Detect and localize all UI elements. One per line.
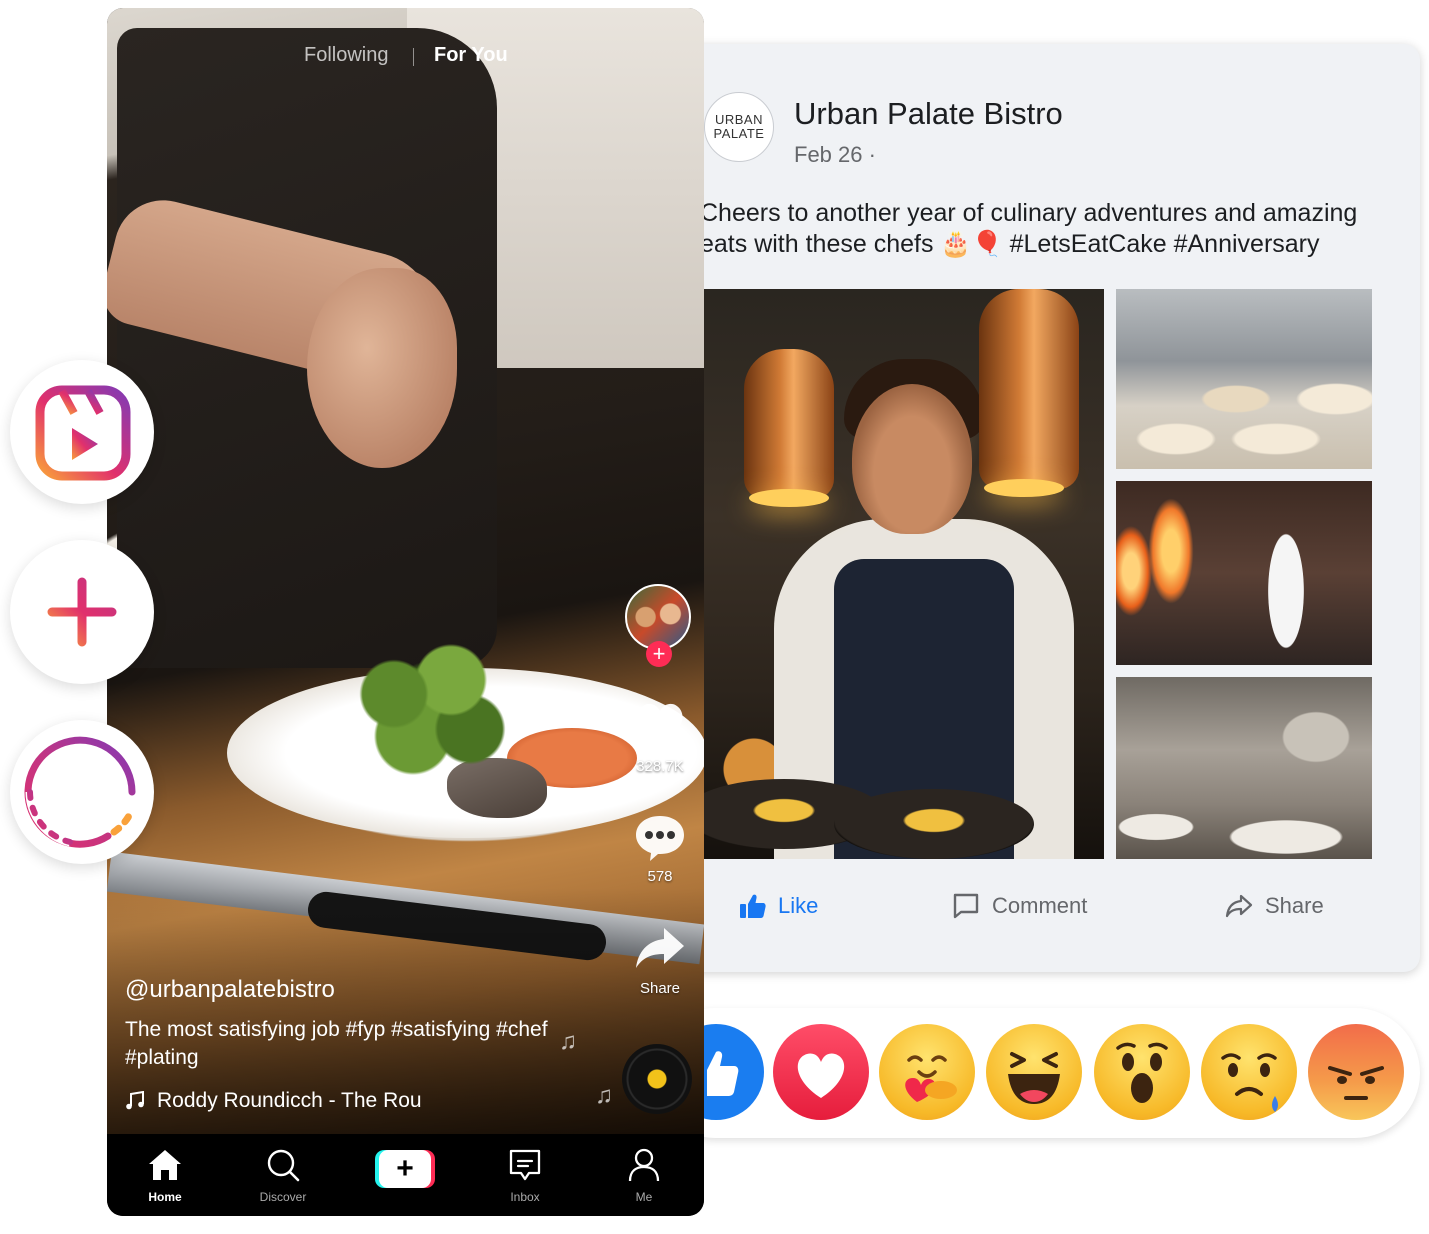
tab-following[interactable]: Following (304, 44, 388, 67)
story-button[interactable] (10, 720, 154, 864)
sound-name: Roddy Roundicch - The Rou (157, 1089, 422, 1112)
heat-lamp-right (979, 289, 1079, 497)
home-icon (149, 1150, 181, 1180)
creator-username[interactable]: @urbanpalatebistro (125, 976, 335, 1004)
story-ring-icon (24, 736, 136, 848)
comment-bubble-icon[interactable] (634, 814, 686, 862)
angry-reaction-icon[interactable] (1308, 1024, 1404, 1120)
tab-divider (413, 48, 414, 66)
nav-home-label: Home (148, 1190, 182, 1204)
reels-icon (35, 385, 131, 481)
tab-for-you[interactable]: For You (434, 44, 508, 67)
create-plus-label: + (379, 1150, 431, 1188)
post-photo-plating[interactable] (1116, 289, 1372, 469)
nav-discover[interactable]: Discover (233, 1134, 333, 1216)
page-avatar[interactable]: URBAN PALATE (704, 92, 774, 162)
like-label: Like (778, 893, 819, 918)
search-icon (267, 1149, 300, 1182)
video-frame[interactable] (107, 8, 704, 1134)
page-name[interactable]: Urban Palate Bistro (794, 96, 1063, 132)
heat-lamp-left (744, 349, 834, 507)
avatar-text-line1: URBAN (714, 112, 763, 127)
chef-head (852, 384, 972, 534)
profile-icon (628, 1148, 660, 1182)
share-arrow-icon (1225, 894, 1253, 918)
love-reaction-icon[interactable] (773, 1024, 869, 1120)
post-photo-flames[interactable] (1116, 481, 1372, 665)
nav-me-label: Me (635, 1190, 653, 1204)
nav-discover-label: Discover (259, 1190, 307, 1204)
nav-inbox-label: Inbox (510, 1190, 540, 1204)
heart-icon[interactable] (634, 700, 686, 748)
seasoning-hand (307, 268, 457, 468)
avatar-text-line2: PALATE (713, 126, 765, 141)
comment-label: Comment (992, 893, 1088, 918)
post-text: Cheers to another year of culinary adven… (700, 199, 1358, 258)
microgreens (337, 638, 527, 778)
haha-reaction-icon[interactable] (986, 1024, 1082, 1120)
tiktok-phone: Following For You + 328.7K 578 Share @ur… (107, 8, 704, 1216)
thumbs-up-icon (740, 894, 766, 918)
nav-inbox[interactable]: Inbox (475, 1134, 575, 1216)
floating-note-icon: ♫ (595, 1082, 613, 1109)
share-label: Share (639, 980, 681, 997)
care-reaction-icon[interactable] (879, 1024, 975, 1120)
create-button[interactable]: + (375, 1150, 435, 1188)
inbox-icon (509, 1149, 541, 1181)
music-note-icon (126, 1091, 144, 1110)
floating-note-icon: ♫ (559, 1028, 577, 1055)
sound-disc-icon[interactable] (622, 1044, 692, 1114)
create-plus-icon (47, 577, 117, 647)
comment-icon (953, 893, 979, 919)
share-label: Share (1265, 893, 1324, 918)
nav-me[interactable]: Me (594, 1134, 694, 1216)
reels-button[interactable] (10, 360, 154, 504)
follow-plus-icon[interactable]: + (646, 641, 672, 667)
sound-row[interactable]: Roddy Roundicch - The Rou (125, 1089, 422, 1113)
post-photo-main[interactable] (704, 289, 1104, 859)
dark-plate-right (834, 789, 1034, 859)
sad-reaction-icon[interactable] (1201, 1024, 1297, 1120)
like-button[interactable]: Like (740, 893, 818, 919)
like-count: 328.7K (636, 758, 684, 775)
create-post-button[interactable] (10, 540, 154, 684)
bottom-nav: Home Discover + Inbox Me (107, 1134, 704, 1216)
post-photo-pan[interactable] (1116, 677, 1372, 859)
video-caption: The most satisfying job #fyp #satisfying… (125, 1018, 548, 1069)
nav-home[interactable]: Home (115, 1134, 215, 1216)
share-button[interactable]: Share (1225, 893, 1324, 919)
comment-button[interactable]: Comment (952, 893, 1087, 919)
share-icon[interactable] (634, 926, 686, 970)
wow-reaction-icon[interactable] (1094, 1024, 1190, 1120)
post-date[interactable]: Feb 26 · (794, 142, 876, 168)
comment-count: 578 (647, 868, 673, 885)
